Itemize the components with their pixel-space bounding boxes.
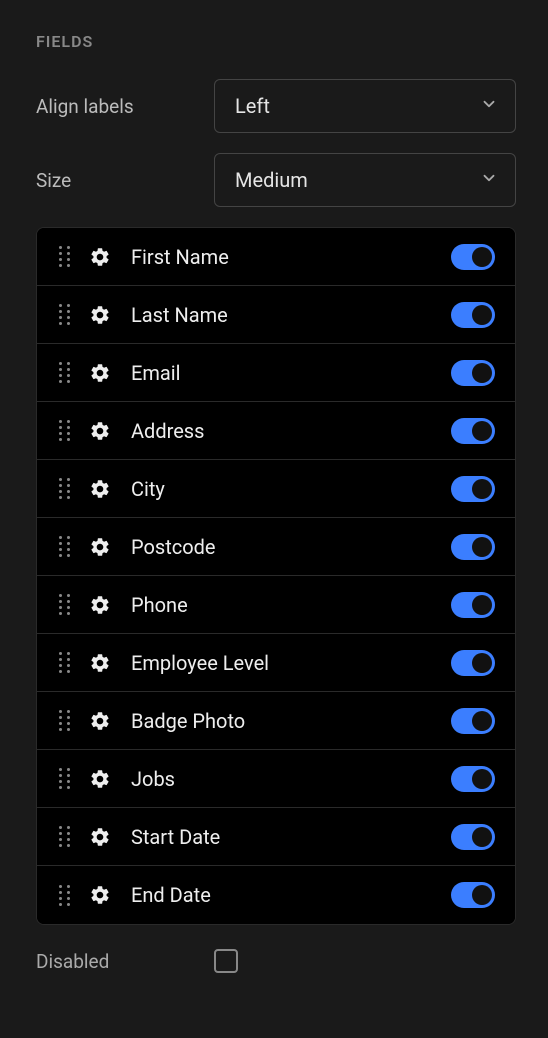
- field-row: Employee Level: [37, 634, 515, 692]
- drag-handle-icon[interactable]: [59, 362, 73, 384]
- field-toggle[interactable]: [451, 476, 495, 502]
- size-select-wrapper: Medium: [214, 153, 516, 207]
- field-label: Last Name: [131, 303, 451, 327]
- field-toggle[interactable]: [451, 650, 495, 676]
- drag-handle-icon[interactable]: [59, 478, 73, 500]
- gear-icon[interactable]: [89, 478, 111, 500]
- gear-icon[interactable]: [89, 884, 111, 906]
- toggle-knob: [472, 711, 492, 731]
- field-toggle[interactable]: [451, 534, 495, 560]
- field-toggle[interactable]: [451, 766, 495, 792]
- align-labels-value: Left: [235, 94, 270, 118]
- field-label: Email: [131, 361, 451, 385]
- gear-icon[interactable]: [89, 826, 111, 848]
- field-label: Phone: [131, 593, 451, 617]
- gear-icon[interactable]: [89, 652, 111, 674]
- field-row: Badge Photo: [37, 692, 515, 750]
- gear-icon[interactable]: [89, 420, 111, 442]
- field-label: Badge Photo: [131, 709, 451, 733]
- size-value: Medium: [235, 168, 308, 192]
- field-toggle[interactable]: [451, 418, 495, 444]
- toggle-knob: [472, 769, 492, 789]
- field-label: Employee Level: [131, 651, 451, 675]
- field-toggle[interactable]: [451, 882, 495, 908]
- drag-handle-icon[interactable]: [59, 652, 73, 674]
- toggle-knob: [472, 885, 492, 905]
- toggle-knob: [472, 595, 492, 615]
- size-select[interactable]: Medium: [214, 153, 516, 207]
- drag-handle-icon[interactable]: [59, 826, 73, 848]
- drag-handle-icon[interactable]: [59, 536, 73, 558]
- field-label: Postcode: [131, 535, 451, 559]
- drag-handle-icon[interactable]: [59, 304, 73, 326]
- field-row: Email: [37, 344, 515, 402]
- toggle-knob: [472, 537, 492, 557]
- field-label: Address: [131, 419, 451, 443]
- field-row: First Name: [37, 228, 515, 286]
- gear-icon[interactable]: [89, 768, 111, 790]
- toggle-knob: [472, 827, 492, 847]
- field-row: Address: [37, 402, 515, 460]
- field-label: City: [131, 477, 451, 501]
- toggle-knob: [472, 653, 492, 673]
- drag-handle-icon[interactable]: [59, 710, 73, 732]
- field-label: First Name: [131, 245, 451, 269]
- toggle-knob: [472, 305, 492, 325]
- drag-handle-icon[interactable]: [59, 884, 73, 906]
- field-toggle[interactable]: [451, 302, 495, 328]
- gear-icon[interactable]: [89, 304, 111, 326]
- field-toggle[interactable]: [451, 592, 495, 618]
- field-toggle[interactable]: [451, 708, 495, 734]
- toggle-knob: [472, 247, 492, 267]
- gear-icon[interactable]: [89, 536, 111, 558]
- drag-handle-icon[interactable]: [59, 420, 73, 442]
- field-row: Start Date: [37, 808, 515, 866]
- toggle-knob: [472, 479, 492, 499]
- size-row: Size Medium: [36, 153, 516, 207]
- disabled-row: Disabled: [36, 949, 516, 973]
- gear-icon[interactable]: [89, 710, 111, 732]
- gear-icon[interactable]: [89, 246, 111, 268]
- field-label: Start Date: [131, 825, 451, 849]
- field-toggle[interactable]: [451, 360, 495, 386]
- align-labels-select-wrapper: Left: [214, 79, 516, 133]
- align-labels-row: Align labels Left: [36, 79, 516, 133]
- toggle-knob: [472, 421, 492, 441]
- align-labels-select[interactable]: Left: [214, 79, 516, 133]
- field-row: City: [37, 460, 515, 518]
- field-row: Postcode: [37, 518, 515, 576]
- fields-list: First Name Last Name Email Address City Postc…: [36, 227, 516, 925]
- size-label: Size: [36, 169, 214, 192]
- field-toggle[interactable]: [451, 824, 495, 850]
- gear-icon[interactable]: [89, 362, 111, 384]
- disabled-label: Disabled: [36, 950, 214, 973]
- field-row: Jobs: [37, 750, 515, 808]
- drag-handle-icon[interactable]: [59, 594, 73, 616]
- field-row: Phone: [37, 576, 515, 634]
- align-labels-label: Align labels: [36, 95, 214, 118]
- drag-handle-icon[interactable]: [59, 246, 73, 268]
- field-label: End Date: [131, 883, 451, 907]
- field-label: Jobs: [131, 767, 451, 791]
- field-row: End Date: [37, 866, 515, 924]
- gear-icon[interactable]: [89, 594, 111, 616]
- section-title: FIELDS: [36, 32, 516, 51]
- fields-panel: FIELDS Align labels Left Size Medium Fir…: [0, 0, 548, 1005]
- drag-handle-icon[interactable]: [59, 768, 73, 790]
- field-toggle[interactable]: [451, 244, 495, 270]
- toggle-knob: [472, 363, 492, 383]
- disabled-checkbox[interactable]: [214, 949, 238, 973]
- field-row: Last Name: [37, 286, 515, 344]
